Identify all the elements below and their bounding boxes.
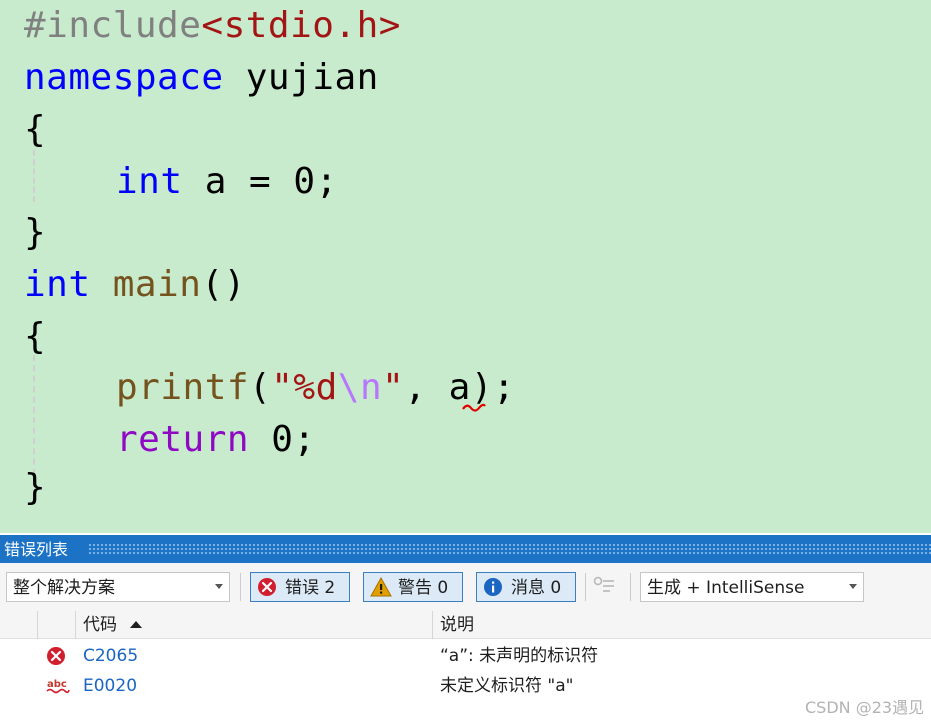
error-circle-icon: [258, 578, 276, 596]
code-editor[interactable]: #include<stdio.h> namespace yujian { int…: [0, 0, 931, 533]
preprocessor-directive: #include: [24, 5, 202, 46]
warnings-filter-button[interactable]: 警告 0: [363, 572, 463, 602]
svg-text:abc: abc: [47, 679, 67, 690]
format-string-start: "%d: [271, 367, 338, 408]
watermark: CSDN @23遇见: [805, 698, 925, 717]
messages-filter-label: 消息 0: [511, 578, 562, 598]
messages-filter-button[interactable]: 消息 0: [476, 572, 576, 602]
return-value: 0;: [249, 419, 316, 460]
code-line-3[interactable]: {: [24, 104, 46, 156]
filter-settings-icon[interactable]: [592, 573, 618, 599]
error-description: “a”: 未声明的标识符: [440, 646, 599, 666]
int-keyword: int: [24, 264, 91, 305]
main-function-name: main: [90, 264, 202, 305]
column-divider[interactable]: [75, 611, 76, 639]
code-line-8[interactable]: printf("%d\n", a);: [24, 362, 515, 414]
warning-triangle-icon: [370, 577, 392, 597]
close-brace: }: [24, 212, 47, 253]
chevron-down-icon: [215, 584, 223, 589]
title-bar-grip[interactable]: [88, 543, 931, 555]
sort-ascending-icon: [130, 621, 142, 628]
scope-dropdown-value: 整个解决方案: [13, 578, 115, 598]
abc-squiggle-icon: abc: [46, 679, 70, 694]
error-code-link[interactable]: C2065: [83, 645, 138, 667]
code-line-7[interactable]: {: [24, 311, 46, 363]
int-keyword: int: [116, 161, 183, 202]
error-code-link[interactable]: E0020: [83, 675, 137, 697]
include-file: <stdio.h>: [201, 5, 401, 46]
close-brace: }: [24, 467, 47, 508]
errors-filter-label: 错误 2: [285, 578, 336, 598]
namespace-name: yujian: [223, 57, 379, 98]
code-line-4[interactable]: int a = 0;: [24, 156, 338, 208]
toolbar-separator: [585, 573, 586, 601]
paren-open: (: [249, 367, 272, 408]
build-source-value: 生成 + IntelliSense: [647, 578, 805, 598]
info-circle-icon: [484, 578, 502, 596]
code-line-1[interactable]: #include<stdio.h>: [24, 0, 401, 52]
code-line-6[interactable]: int main(): [24, 259, 246, 311]
errors-filter-button[interactable]: 错误 2: [250, 572, 350, 602]
column-divider[interactable]: [432, 611, 433, 639]
error-row[interactable]: C2065 “a”: 未声明的标识符: [0, 641, 931, 671]
code-line-2[interactable]: namespace yujian: [24, 52, 379, 104]
namespace-keyword: namespace: [24, 57, 224, 98]
error-squiggle-icon[interactable]: [462, 400, 486, 414]
error-list-title: 错误列表: [4, 540, 69, 559]
code-line-5[interactable]: }: [24, 207, 46, 259]
open-brace: {: [24, 316, 47, 357]
toolbar-separator: [240, 573, 241, 601]
variable-declaration: a = 0;: [182, 161, 338, 202]
open-brace: {: [24, 109, 47, 150]
warnings-filter-label: 警告 0: [398, 578, 449, 598]
main-parens: (): [201, 264, 246, 305]
column-divider[interactable]: [37, 611, 38, 639]
build-source-dropdown[interactable]: 生成 + IntelliSense: [640, 572, 864, 602]
error-row[interactable]: abc E0020 未定义标识符 "a": [0, 671, 931, 701]
error-circle-icon: [47, 647, 65, 665]
toolbar-separator: [630, 573, 631, 601]
chevron-down-icon: [849, 584, 857, 589]
code-line-10[interactable]: }: [24, 462, 46, 514]
column-header-code[interactable]: 代码: [83, 615, 117, 635]
code-line-9[interactable]: return 0;: [24, 414, 316, 466]
column-header-description[interactable]: 说明: [440, 615, 474, 635]
return-keyword: return: [116, 419, 250, 460]
scope-dropdown[interactable]: 整个解决方案: [6, 572, 230, 602]
argument-separator: ,: [404, 367, 449, 408]
error-description: 未定义标识符 "a": [440, 676, 574, 696]
escape-sequence: \n: [337, 367, 383, 408]
printf-call: printf: [116, 367, 250, 408]
format-string-end: ": [382, 367, 405, 408]
